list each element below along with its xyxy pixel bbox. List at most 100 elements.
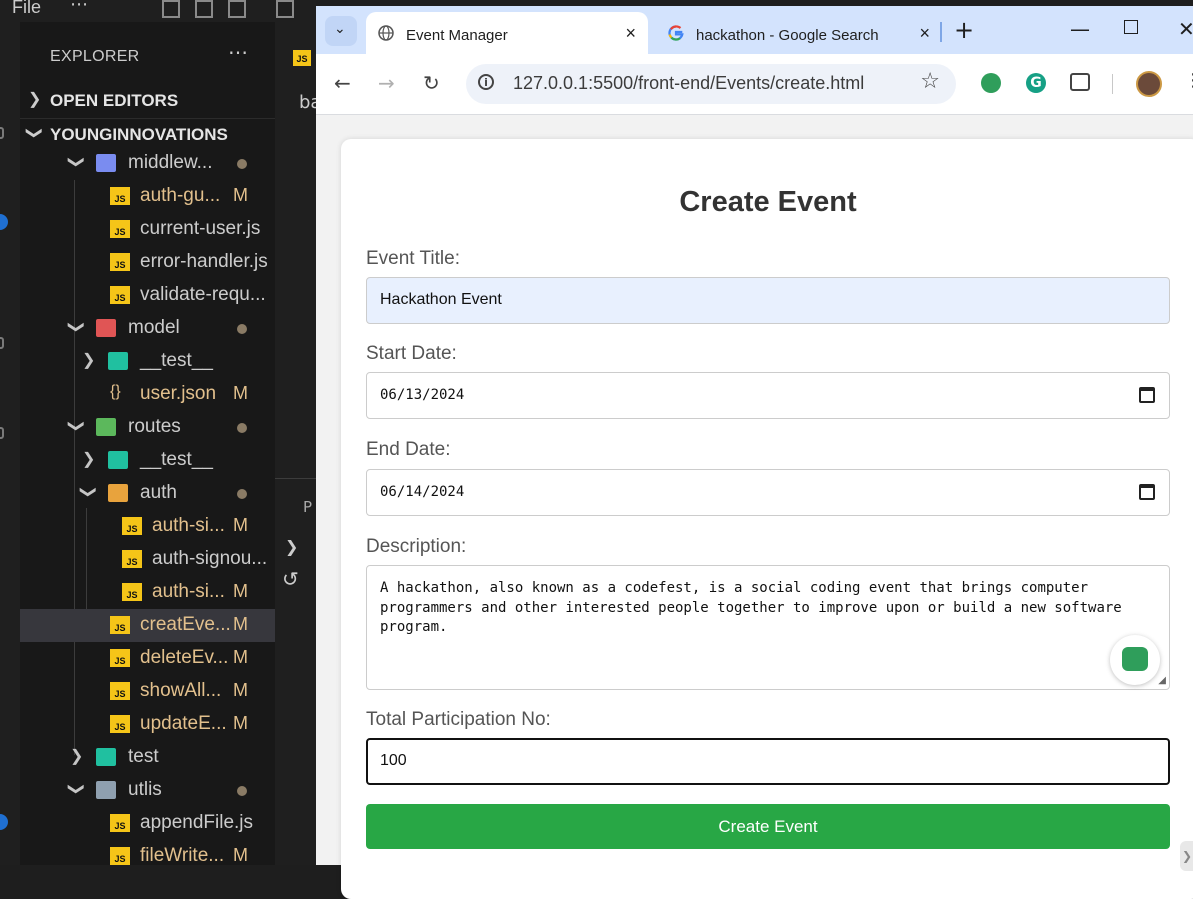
source-control-badge-icon[interactable] xyxy=(0,214,8,230)
tree-item-label: routes xyxy=(128,416,181,437)
js-file-icon: JS xyxy=(110,253,130,271)
search-icon[interactable] xyxy=(0,127,4,139)
js-file-icon: JS xyxy=(110,286,130,304)
description-textarea[interactable]: A hackathon, also known as a codefest, i… xyxy=(366,565,1170,690)
tree-file[interactable]: JS current-user.js xyxy=(20,213,275,246)
tree-file[interactable]: JS showAll... M xyxy=(20,675,275,708)
grammarly-extension-icon[interactable]: G xyxy=(1026,73,1046,93)
tree-folder[interactable]: ❯ routes xyxy=(20,411,275,444)
forward-arrow-icon[interactable]: → xyxy=(378,71,395,95)
tree-item-label: utlis xyxy=(128,779,162,800)
test-folder-icon xyxy=(108,352,128,370)
create-event-button[interactable]: Create Event xyxy=(366,804,1170,849)
participation-input[interactable]: 100 xyxy=(366,738,1170,785)
tree-file[interactable]: JS validate-requ... xyxy=(20,279,275,312)
tab-google-search[interactable]: hackathon - Google Search × xyxy=(656,12,942,54)
assistant-robot-icon[interactable] xyxy=(1110,635,1160,685)
address-bar[interactable]: i 127.0.0.1:5500/front-end/Events/create… xyxy=(466,64,956,104)
js-file-icon: JS xyxy=(110,847,130,865)
new-tab-button[interactable]: + xyxy=(954,16,974,44)
tree-item-label: deleteEv... xyxy=(140,647,229,668)
start-date-input[interactable]: 06/13/2024 xyxy=(366,372,1170,419)
tree-item-label: model xyxy=(128,317,180,338)
back-arrow-icon[interactable]: ← xyxy=(334,71,351,95)
robot-extension-icon[interactable] xyxy=(981,73,1001,93)
tree-folder[interactable]: ❯ auth xyxy=(20,477,275,510)
tree-file[interactable]: JS deleteEv... M xyxy=(20,642,275,675)
url-text[interactable]: 127.0.0.1:5500/front-end/Events/create.h… xyxy=(513,73,864,94)
modified-badge: M xyxy=(233,647,248,667)
tree-folder[interactable]: ❯ __test__ xyxy=(20,345,275,378)
toggle-panel-icon[interactable] xyxy=(195,0,213,18)
modified-dot-icon xyxy=(237,423,247,433)
tree-file[interactable]: JS updateE... M xyxy=(20,708,275,741)
extensions-puzzle-icon[interactable] xyxy=(1070,73,1090,91)
reload-icon[interactable]: ↻ xyxy=(423,71,440,95)
tree-item-label: appendFile.js xyxy=(140,812,254,833)
start-date-value: 06/13/2024 xyxy=(380,387,465,403)
browser-menu-icon[interactable]: ⋮ xyxy=(1184,70,1193,91)
tree-file[interactable]: JS auth-si... M xyxy=(20,576,275,609)
chevron-down-icon: ❯ xyxy=(67,155,85,169)
menu-file[interactable]: File xyxy=(12,0,41,18)
tree-file[interactable]: JS auth-si... M xyxy=(20,510,275,543)
event-title-input[interactable]: Hackathon Event xyxy=(366,277,1170,324)
profile-avatar[interactable] xyxy=(1136,71,1162,97)
customize-layout-icon[interactable] xyxy=(276,0,294,18)
tree-folder[interactable]: ❯ utlis xyxy=(20,774,275,807)
start-date-label: Start Date: xyxy=(366,343,457,364)
resize-handle-icon[interactable]: ◢ xyxy=(1158,675,1166,686)
workspace-section[interactable]: ❯ YOUNGINNOVATIONS xyxy=(20,118,275,149)
menu-more[interactable]: ⋯ xyxy=(70,0,90,15)
close-tab-icon[interactable]: × xyxy=(625,23,636,44)
modified-badge: M xyxy=(233,185,248,205)
close-window-icon[interactable]: ✕ xyxy=(1178,17,1193,41)
maximize-icon[interactable] xyxy=(1124,20,1138,34)
event-title-value: Hackathon Event xyxy=(380,291,502,308)
tree-folder[interactable]: ❯ middlew... xyxy=(20,147,275,180)
minimize-icon[interactable]: — xyxy=(1070,17,1090,41)
explorer-more-button[interactable]: ⋯ xyxy=(228,40,249,65)
calendar-icon[interactable] xyxy=(1139,387,1155,403)
tree-file[interactable]: JS auth-gu... M xyxy=(20,180,275,213)
folder-icon xyxy=(96,781,116,799)
tree-folder[interactable]: ❯ test xyxy=(20,741,275,774)
tree-folder[interactable]: ❯ model xyxy=(20,312,275,345)
tree-file[interactable]: {} user.json M xyxy=(20,378,275,411)
extensions-icon[interactable] xyxy=(0,337,4,349)
remote-icon[interactable] xyxy=(0,427,4,439)
chevron-right-icon[interactable]: ❯ xyxy=(285,537,298,556)
end-date-input[interactable]: 06/14/2024 xyxy=(366,469,1170,516)
activity-bar xyxy=(0,22,20,865)
bookmark-star-icon[interactable]: ☆ xyxy=(920,69,940,94)
modified-dot-icon xyxy=(237,159,247,169)
participation-label: Total Participation No: xyxy=(366,709,551,730)
editor-tab-js-icon[interactable]: JS xyxy=(293,50,311,66)
browser-window: ⌄ Event Manager × hackathon - Google Sea… xyxy=(316,6,1193,899)
toggle-sidebar-icon[interactable] xyxy=(162,0,180,18)
tree-folder[interactable]: ❯ __test__ xyxy=(20,444,275,477)
tree-file[interactable]: JS creatEve... M xyxy=(20,609,275,642)
history-icon[interactable]: ↺ xyxy=(282,567,299,591)
toggle-secondary-sidebar-icon[interactable] xyxy=(228,0,246,18)
modified-dot-icon xyxy=(237,324,247,334)
json-file-icon: {} xyxy=(110,383,121,400)
tree-file[interactable]: JS fileWrite... M xyxy=(20,840,275,873)
auth-folder-icon xyxy=(108,484,128,502)
accounts-badge-icon[interactable] xyxy=(0,814,8,830)
calendar-icon[interactable] xyxy=(1139,484,1155,500)
js-file-icon: JS xyxy=(122,517,142,535)
tab-search-button[interactable]: ⌄ xyxy=(325,16,357,46)
tree-file[interactable]: JS appendFile.js xyxy=(20,807,275,840)
js-file-icon: JS xyxy=(110,814,130,832)
chevron-right-icon: ❯ xyxy=(82,451,96,468)
close-tab-icon[interactable]: × xyxy=(919,23,930,44)
open-editors-section[interactable]: ❯ OPEN EDITORS xyxy=(20,85,275,115)
side-panel-handle[interactable]: ❯ xyxy=(1180,841,1193,871)
page-viewport: Create Event Event Title: Hackathon Even… xyxy=(316,115,1193,899)
middleware-folder-icon xyxy=(96,154,116,172)
tree-file[interactable]: JS auth-signou... xyxy=(20,543,275,576)
tree-file[interactable]: JS error-handler.js xyxy=(20,246,275,279)
tab-event-manager[interactable]: Event Manager × xyxy=(366,12,648,54)
site-info-icon[interactable]: i xyxy=(478,74,494,90)
